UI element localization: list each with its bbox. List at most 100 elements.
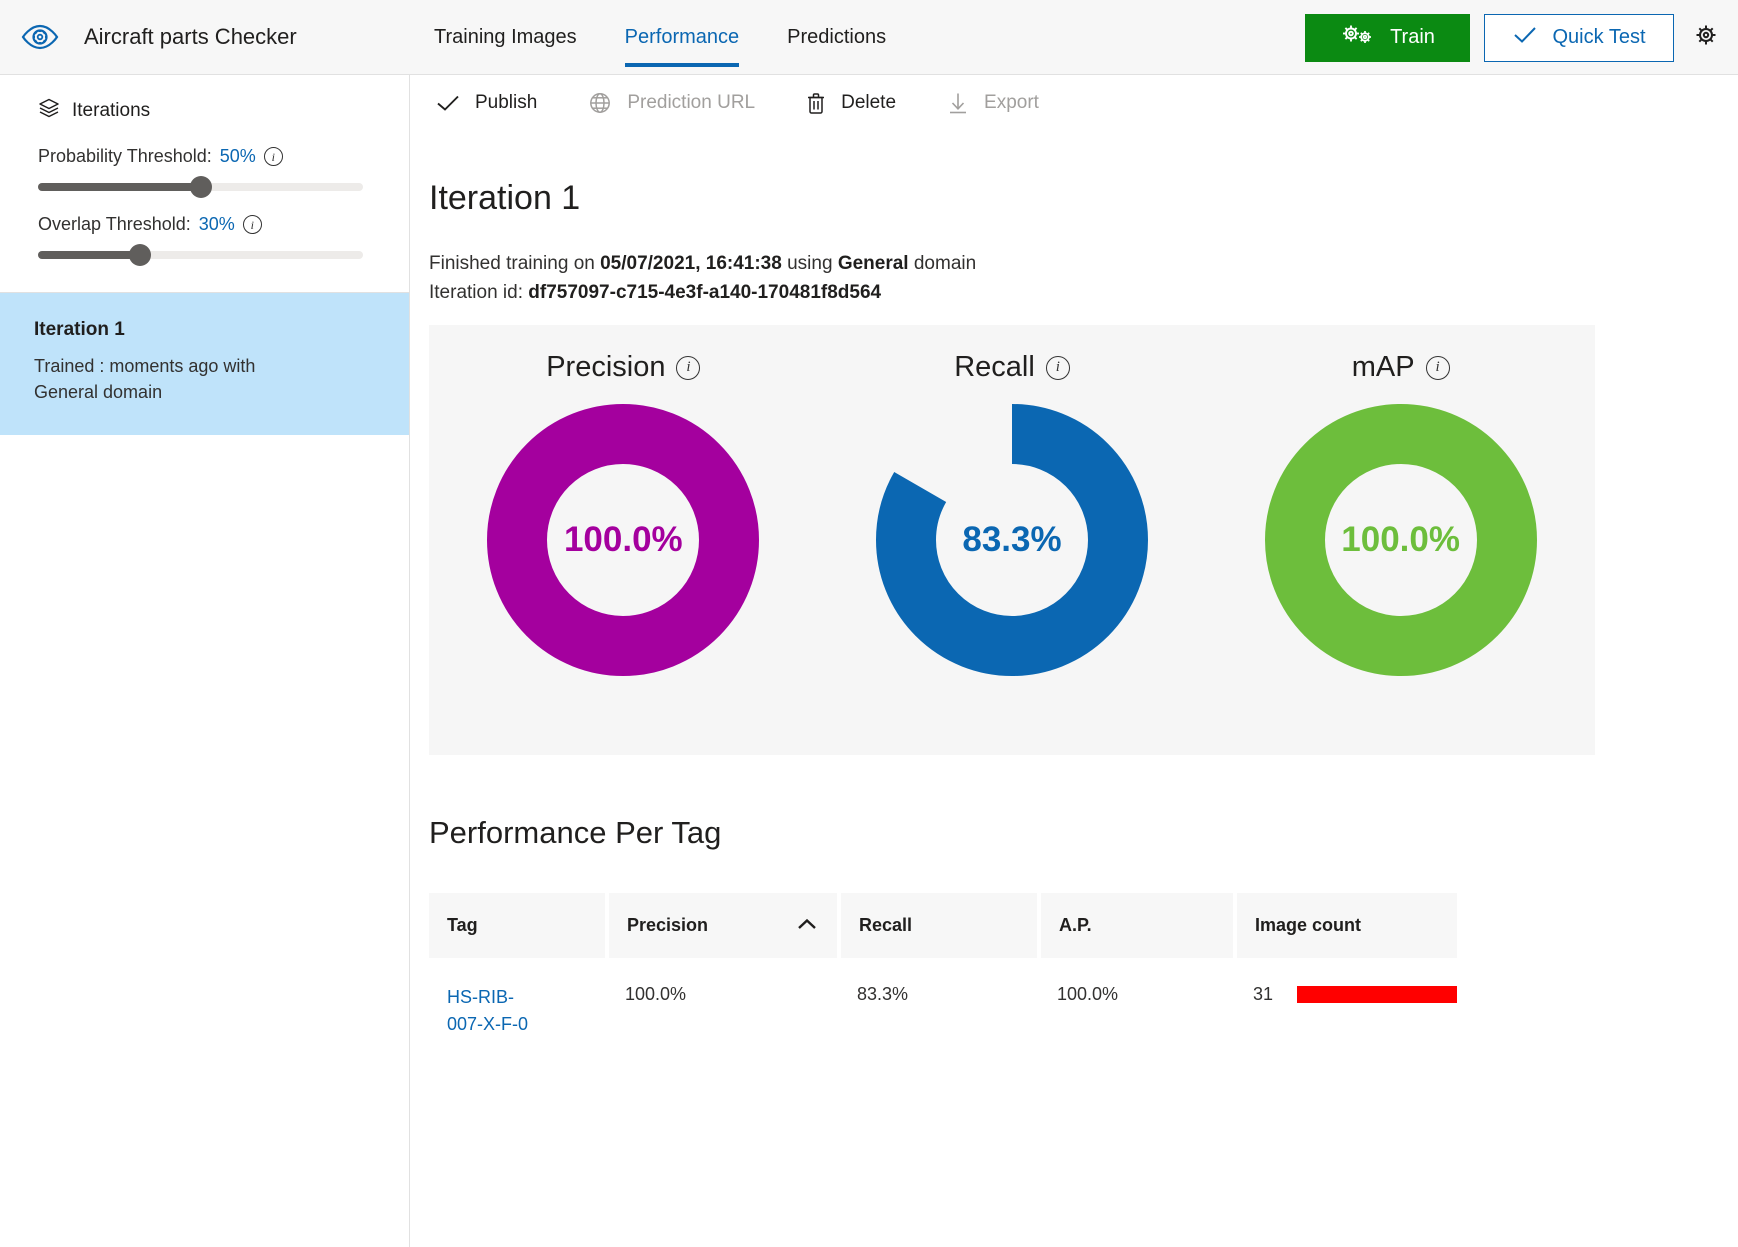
sidebar-header: Iterations (0, 75, 409, 124)
download-icon (948, 92, 968, 114)
metric-recall-title: Recall i (954, 351, 1070, 384)
finished-suffix: domain (908, 253, 977, 274)
iteration-id-value: df757097-c715-4e3f-a140-170481f8d564 (528, 281, 882, 303)
chevron-up-icon (797, 916, 817, 936)
iteration-subtitle: Trained : moments ago with General domai… (34, 356, 256, 403)
settings-button[interactable] (1674, 0, 1738, 75)
column-header-recall[interactable]: Recall (839, 893, 1041, 958)
cell-tag: HS-RIB-007-X-F-0 (429, 958, 607, 1065)
info-icon[interactable]: i (676, 355, 701, 380)
cell-image-count: 31 (1235, 958, 1457, 1065)
finished-training-line: Finished training on 05/07/2021, 16:41:3… (429, 250, 1738, 279)
table-header-row: Tag Precision Recall A.P. Image count (429, 893, 1457, 958)
quick-test-button[interactable]: Quick Test (1484, 13, 1674, 62)
delete-button[interactable]: Delete (781, 75, 922, 131)
page-title: Iteration 1 (429, 179, 581, 217)
column-header-tag-label: Tag (447, 915, 478, 935)
prediction-url-label: Prediction URL (627, 92, 756, 113)
probability-threshold-label: Probability Threshold: (38, 146, 212, 166)
delete-label: Delete (841, 92, 897, 113)
eye-gear-icon (18, 15, 62, 59)
layers-icon (38, 97, 60, 124)
finished-date: 05/07/2021, 16:41:38 (600, 253, 782, 274)
tag-link[interactable]: HS-RIB-007-X-F-0 (447, 984, 535, 1038)
export-button[interactable]: Export (922, 75, 1065, 131)
metric-map-title: mAP i (1352, 351, 1450, 384)
precision-donut-chart: 100.0% (487, 404, 760, 676)
image-count-bar (1297, 986, 1457, 1003)
metric-precision-title: Precision i (546, 351, 701, 384)
sidebar-title: Iterations (72, 99, 151, 121)
cell-precision: 100.0% (607, 958, 839, 1065)
column-header-image-count[interactable]: Image count (1235, 893, 1457, 958)
publish-button[interactable]: Publish (411, 75, 563, 131)
train-button[interactable]: Train (1305, 13, 1470, 62)
overlap-threshold-label: Overlap Threshold: (38, 214, 191, 234)
map-donut-chart: 100.0% (1264, 404, 1537, 676)
info-icon[interactable]: i (242, 215, 262, 234)
cell-recall: 83.3% (839, 958, 1039, 1065)
domain-name: General (837, 253, 909, 274)
recall-value: 83.3% (962, 520, 1062, 559)
iteration-id-line: Iteration id: df757097-c715-4e3f-a140-17… (429, 279, 1738, 308)
export-label: Export (984, 92, 1039, 113)
probability-threshold-value: 50% (219, 146, 256, 166)
overlap-threshold-row: Overlap Threshold: 30% i (38, 214, 371, 235)
column-header-ap-label: A.P. (1059, 915, 1092, 935)
sidebar-item-iteration-1[interactable]: Iteration 1 Trained : moments ago with G… (0, 293, 409, 436)
command-bar: Publish Prediction URL Delete Export (411, 75, 1738, 131)
brand: Aircraft parts Checker (0, 15, 410, 59)
metric-recall-label: Recall (954, 351, 1035, 383)
prediction-url-button[interactable]: Prediction URL (563, 75, 781, 131)
probability-threshold-row: Probability Threshold: 50% i (38, 146, 371, 167)
image-count-value: 31 (1253, 984, 1274, 1004)
iteration-name: Iteration 1 (34, 319, 125, 340)
column-header-recall-label: Recall (859, 915, 913, 935)
slider-fill (38, 251, 140, 259)
column-header-precision-label: Precision (627, 915, 709, 935)
probability-threshold-block: Probability Threshold: 50% i (0, 124, 409, 198)
precision-value: 100.0% (563, 520, 683, 559)
slider-thumb[interactable] (128, 244, 151, 266)
info-icon[interactable]: i (263, 147, 283, 166)
main-content: Publish Prediction URL Delete Export Ite… (411, 75, 1738, 1247)
checkmark-icon (1513, 26, 1537, 50)
header-actions: Train Quick Test (1305, 0, 1738, 75)
tab-predictions[interactable]: Predictions (763, 0, 910, 75)
tab-performance[interactable]: Performance (601, 0, 764, 75)
recall-donut-chart: 83.3% (875, 404, 1148, 676)
column-header-precision[interactable]: Precision (607, 893, 841, 958)
column-header-ap[interactable]: A.P. (1039, 893, 1237, 958)
iteration-id-label: Iteration id: (429, 281, 529, 303)
overlap-threshold-slider[interactable] (38, 244, 363, 266)
finished-prefix: Finished training on (429, 253, 601, 274)
metric-precision: Precision i 100.0% (429, 325, 818, 676)
gears-icon (1340, 24, 1374, 52)
main-nav-tabs: Training Images Performance Predictions (410, 0, 910, 75)
slider-thumb[interactable] (189, 176, 212, 198)
sidebar: Iterations Probability Threshold: 50% i … (0, 75, 410, 1247)
finished-mid: using (781, 253, 838, 274)
overlap-threshold-value: 30% (198, 214, 235, 234)
column-header-tag[interactable]: Tag (429, 893, 609, 958)
tab-training-images[interactable]: Training Images (410, 0, 601, 75)
metric-recall: Recall i 83.3% (818, 325, 1207, 676)
metric-precision-label: Precision (546, 351, 666, 383)
iteration-meta: Finished training on 05/07/2021, 16:41:3… (411, 250, 1738, 307)
info-icon[interactable]: i (1045, 355, 1070, 380)
train-button-label: Train (1390, 26, 1435, 48)
info-icon[interactable]: i (1425, 355, 1450, 380)
slider-fill (38, 183, 201, 191)
project-title: Aircraft parts Checker (84, 24, 297, 49)
section-title-performance-per-tag: Performance Per Tag (429, 815, 722, 850)
probability-threshold-slider[interactable] (38, 176, 363, 198)
table-row[interactable]: HS-RIB-007-X-F-0 100.0% 83.3% 100.0% 31 (429, 958, 1457, 1065)
cell-ap: 100.0% (1039, 958, 1235, 1065)
overlap-threshold-block: Overlap Threshold: 30% i (0, 198, 409, 266)
globe-icon (589, 92, 611, 114)
metric-map: mAP i 100.0% (1206, 325, 1595, 676)
publish-label: Publish (475, 92, 538, 113)
top-header-bar: Aircraft parts Checker Training Images P… (0, 0, 1738, 75)
metric-map-label: mAP (1351, 351, 1415, 383)
checkmark-icon (437, 95, 459, 112)
